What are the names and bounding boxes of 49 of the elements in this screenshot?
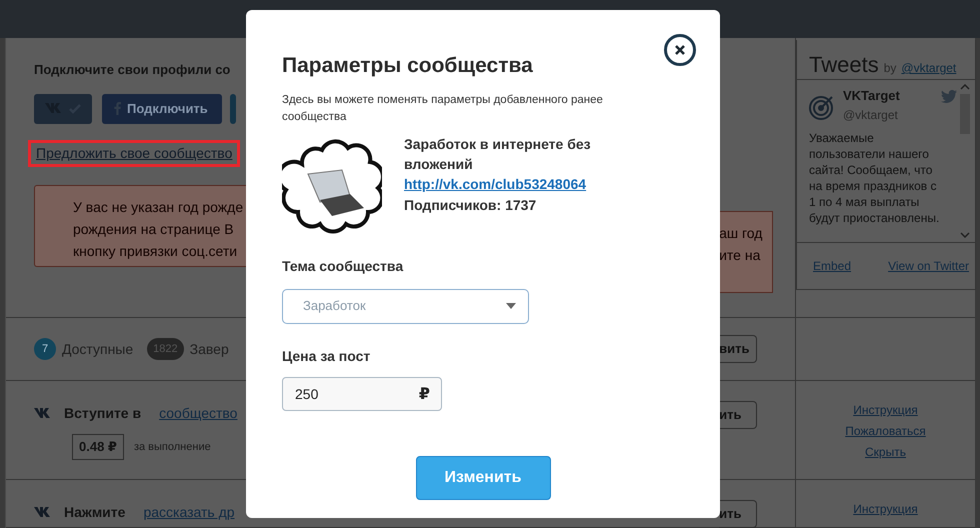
community-name: Заработок в интернете без вложений [404, 134, 592, 174]
tab-label: Завер [190, 340, 229, 359]
task-link[interactable]: Пожаловаться [845, 422, 926, 440]
vk-logo-icon [34, 507, 52, 518]
topic-select[interactable]: Заработок [282, 288, 529, 324]
price-tag: 0.48 ₽ [72, 434, 124, 460]
field-label: Тема сообщества [282, 256, 404, 276]
alert-text: рождения на странице В [73, 220, 235, 239]
twitter-footer-link[interactable]: Embed [813, 257, 852, 275]
facebook-button[interactable]: Подключить [102, 94, 222, 124]
tab-label: Доступные [62, 340, 134, 359]
vk-button[interactable] [34, 94, 92, 124]
community-link[interactable]: http://vk.com/club53248064 [404, 174, 624, 194]
currency-sign: ₽ [418, 384, 430, 404]
task-link[interactable]: Инструкция [853, 401, 918, 419]
alert-text: ите на [719, 246, 762, 265]
task-link[interactable]: Инструкция [853, 500, 918, 518]
alert-text: У вас не указан год рожде [73, 198, 244, 217]
tweet-author: VKTarget [843, 87, 900, 105]
caret-icon [506, 303, 516, 309]
twitter-handle-link[interactable]: @vktarget [901, 59, 956, 77]
task-title: Вступите в [64, 404, 142, 423]
target-icon [809, 94, 835, 120]
modal-title: Параметры сообщества [282, 53, 534, 79]
twitter-footer-link[interactable]: View on Twitter [888, 257, 969, 275]
widget-title: Tweets [809, 51, 879, 79]
filter-tab[interactable]: 7 Доступные [34, 338, 134, 360]
task-link[interactable]: рассказать др [143, 502, 235, 523]
task-title: Нажмите [64, 503, 126, 522]
facebook-icon [114, 102, 121, 115]
scroll-down-icon[interactable] [960, 232, 970, 238]
count-badge: 7 [34, 338, 56, 360]
field-label: Цена за пост [282, 346, 372, 366]
close-icon [675, 45, 685, 55]
submit-button[interactable]: Изменить [416, 456, 550, 500]
alert-text: кнопку привязки соц.сети [73, 242, 238, 261]
section-heading: Подключите свои профили со [34, 61, 232, 79]
scroll-up-icon[interactable] [960, 84, 970, 90]
tweet-text: Уважаемые пользователи нашего сайта! Сообщаем, что на время праздников с 1 по 4 мая выплаты будут приостановлены. [809, 130, 940, 226]
suggest-community-link[interactable]: Предложить свое сообщество [28, 140, 240, 166]
bird-icon [941, 90, 957, 103]
close-button[interactable] [664, 34, 696, 66]
vk-logo-icon [34, 408, 52, 419]
task-link[interactable]: сообщество [159, 403, 238, 424]
task-link[interactable]: Скрыть [865, 443, 906, 461]
subscriber-count: Подписчиков: 1737 [404, 196, 538, 215]
modal-description: Здесь вы можете поменять параметры добавленного ранее сообщества [282, 92, 604, 124]
price-note: за выполнение [134, 440, 211, 454]
alert-text: аш год [719, 224, 764, 243]
